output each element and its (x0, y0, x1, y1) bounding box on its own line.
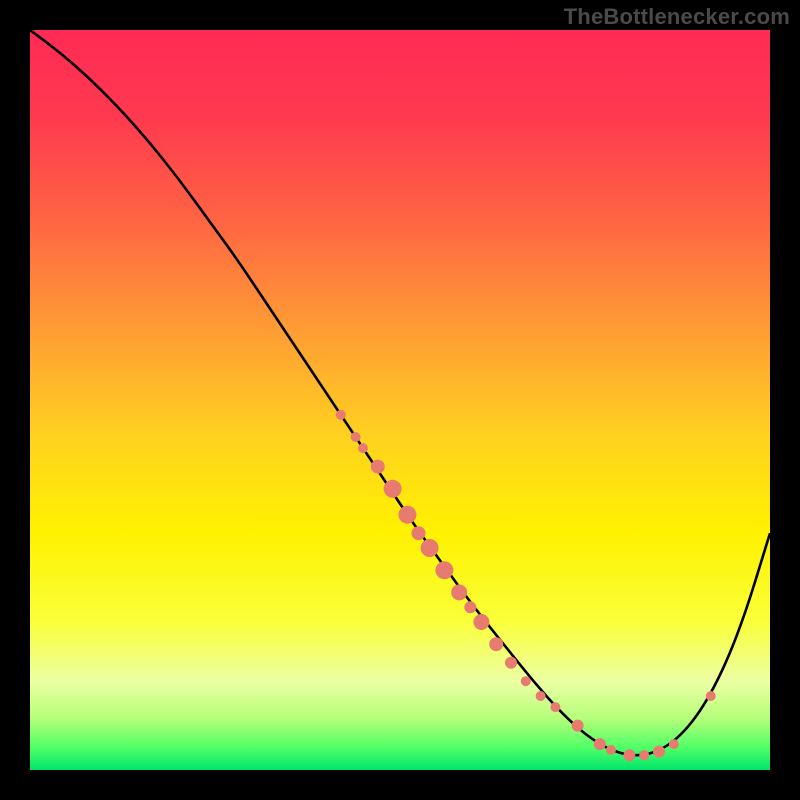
scatter-dot (358, 443, 368, 453)
scatter-dot (572, 720, 584, 732)
scatter-dot (606, 745, 616, 755)
scatter-dot (451, 584, 467, 600)
attribution-text: TheBottlenecker.com (564, 4, 790, 30)
scatter-dot (464, 601, 476, 613)
scatter-dot (594, 738, 606, 750)
scatter-dot (351, 432, 361, 442)
scatter-dot (384, 480, 402, 498)
scatter-dot (412, 526, 426, 540)
scatter-dot (653, 746, 665, 758)
scatter-dot (550, 702, 560, 712)
scatter-dot (398, 506, 416, 524)
plot-area (30, 30, 770, 770)
curve-layer (30, 30, 770, 770)
scatter-dot (536, 691, 546, 701)
scatter-dot (639, 750, 649, 760)
scatter-dot (623, 749, 635, 761)
scatter-dot (421, 539, 439, 557)
scatter-dot (435, 561, 453, 579)
curve-path (30, 30, 770, 755)
scatter-dot (669, 739, 679, 749)
chart-stage: TheBottlenecker.com (0, 0, 800, 800)
scatter-dot (473, 614, 489, 630)
scatter-dot (521, 676, 531, 686)
scatter-dot (489, 637, 503, 651)
scatter-dot (706, 691, 716, 701)
scatter-dot (505, 657, 517, 669)
scatter-dot (336, 410, 346, 420)
scatter-dot (371, 460, 385, 474)
scatter-dots (336, 410, 716, 761)
